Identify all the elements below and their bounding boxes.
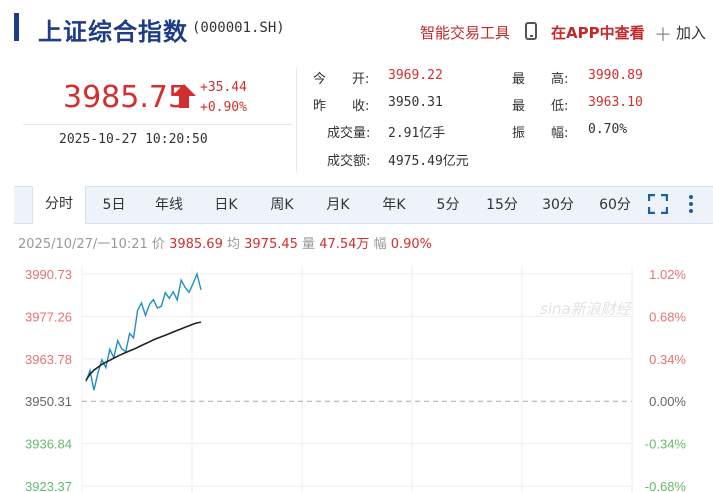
info-amp: 0.90% — [390, 237, 433, 252]
title-accent-bar — [14, 13, 19, 41]
y-tick-label-right: 1.02% — [649, 267, 686, 282]
info-vol-label: 量 — [302, 237, 316, 252]
info-amp-label: 幅 — [373, 237, 387, 252]
open-value: 3969.22 — [388, 68, 443, 83]
price-line — [85, 271, 202, 391]
tab-yearly-k[interactable]: 年K — [372, 187, 416, 223]
tab-30min[interactable]: 30分 — [536, 187, 580, 223]
info-avg-label: 均 — [226, 237, 240, 252]
volume-label: 成交量: — [327, 126, 371, 141]
tab-5day[interactable]: 5日 — [92, 187, 136, 223]
y-tick-label-right: 0.00% — [649, 394, 686, 409]
y-tick-label-right: 0.34% — [649, 352, 686, 367]
up-arrow-icon — [172, 84, 196, 108]
chart-info-line: 2025/10/27/一10:21 价 3985.69 均 3975.45 量 … — [18, 233, 432, 252]
amplitude-value: 0.70% — [588, 122, 628, 137]
divider — [23, 124, 293, 125]
average-line — [85, 321, 202, 381]
y-tick-label-right: -0.68% — [645, 479, 687, 492]
y-tick-label: 3936.84 — [25, 437, 72, 452]
current-price: 3985.75 — [63, 80, 188, 115]
turnover-label: 成交额: — [327, 154, 371, 169]
y-tick-label-right: 0.68% — [649, 309, 686, 324]
watermark-text: sina新浪财经 — [540, 300, 633, 318]
tab-monthly-k[interactable]: 月K — [316, 187, 360, 223]
trading-tool-link[interactable]: 智能交易工具 — [420, 22, 510, 43]
add-watchlist-button[interactable]: 加入 — [676, 22, 706, 43]
stock-code: (000001.SH) — [192, 20, 285, 36]
info-avg: 3975.45 — [244, 237, 298, 252]
tab-weekly-k[interactable]: 周K — [260, 187, 304, 223]
divider — [296, 68, 297, 172]
page-title: 上证综合指数 — [38, 18, 188, 46]
high-label: 最 高: — [512, 72, 569, 87]
y-tick-label-right: -0.34% — [645, 437, 687, 452]
view-in-app-link[interactable]: 在APP中查看 — [551, 22, 645, 43]
quote-datetime: 2025-10-27 10:20:50 — [59, 132, 208, 147]
y-tick-label: 3990.73 — [25, 267, 72, 282]
price-change: +35.44 — [200, 80, 247, 95]
info-datetime: 2025/10/27/一10:21 — [18, 237, 148, 252]
low-label: 最 低: — [512, 99, 569, 114]
prev-close-label: 昨 收: — [313, 99, 370, 114]
y-tick-label: 3977.26 — [25, 309, 72, 324]
chart-period-tabs: 分时 5日 年线 日K 周K 月K 年K 5分 15分 30分 60分 — [14, 186, 713, 224]
info-vol: 47.54万 — [319, 237, 370, 252]
info-price: 3985.69 — [169, 237, 223, 252]
intraday-chart[interactable]: 3990.73 1.02% 3977.26 0.68% 3963.78 0.34% 3950… — [0, 252, 713, 492]
price-change-percent: +0.90% — [200, 100, 247, 115]
tab-60min[interactable]: 60分 — [592, 187, 638, 223]
plus-icon[interactable]: ＋ — [654, 21, 672, 47]
info-price-label: 价 — [151, 237, 165, 252]
amplitude-label: 振 幅: — [512, 126, 569, 141]
high-value: 3990.89 — [588, 68, 643, 83]
y-tick-label: 3950.31 — [25, 394, 72, 409]
tab-intraday[interactable]: 分时 — [32, 186, 86, 224]
y-tick-label: 3963.78 — [25, 352, 72, 367]
tab-5min[interactable]: 5分 — [428, 187, 468, 223]
turnover-value: 4975.49亿元 — [388, 154, 469, 169]
more-icon[interactable] — [686, 194, 696, 214]
tab-daily-k[interactable]: 日K — [204, 187, 248, 223]
phone-icon — [525, 22, 537, 40]
y-tick-label: 3923.37 — [25, 479, 72, 492]
tab-year-line[interactable]: 年线 — [146, 187, 192, 223]
fullscreen-icon[interactable] — [648, 194, 668, 214]
low-value: 3963.10 — [588, 95, 643, 110]
prev-close-value: 3950.31 — [388, 95, 443, 110]
open-label: 今 开: — [313, 72, 370, 87]
volume-value: 2.91亿手 — [388, 126, 446, 141]
tab-15min[interactable]: 15分 — [480, 187, 524, 223]
